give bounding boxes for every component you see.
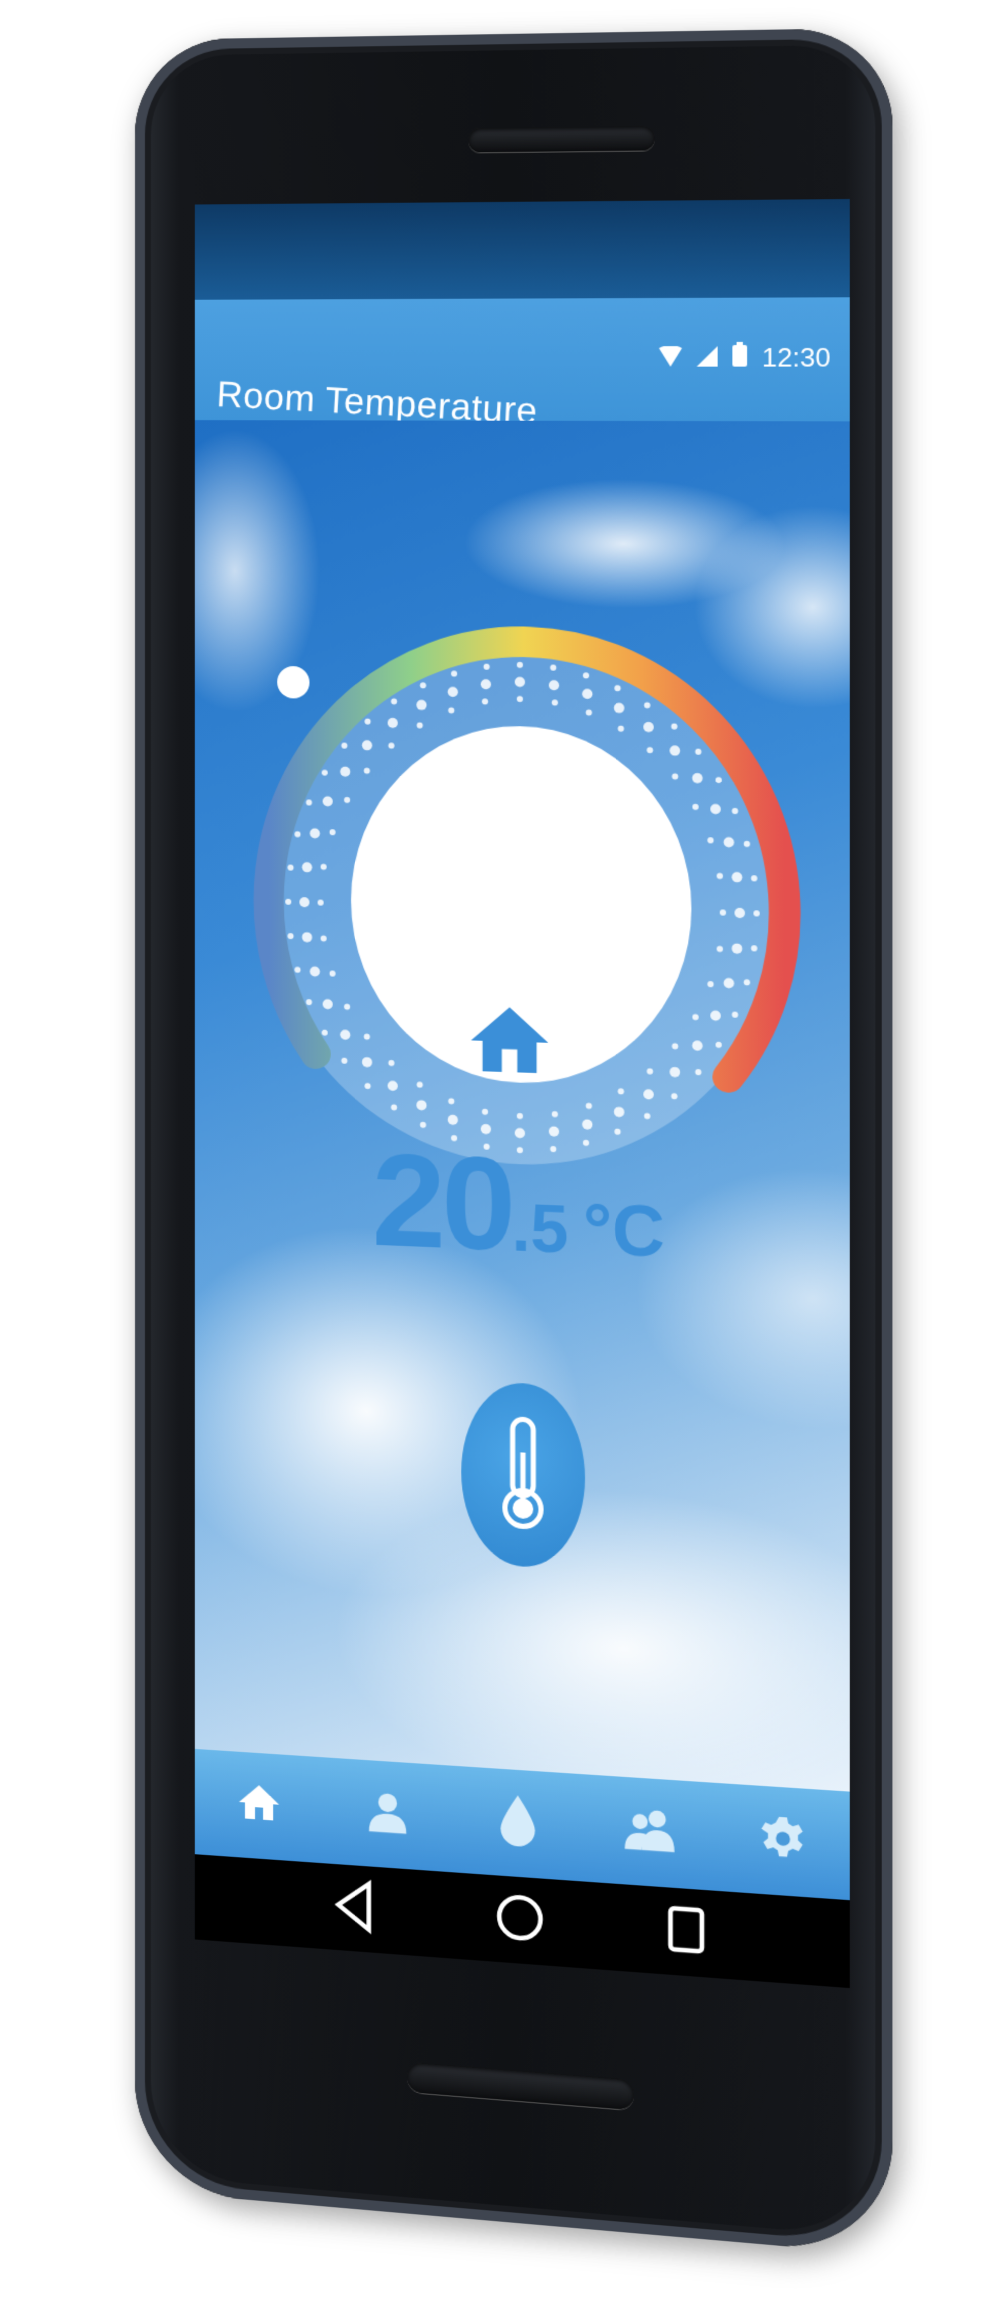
status-bar <box>194 199 850 300</box>
home-nav-button[interactable] <box>489 1885 551 1951</box>
screen: 12:30 Room Temperature 20.5 °C <box>194 199 850 1989</box>
thermometer-icon <box>497 1415 549 1535</box>
home-circle-icon <box>489 1933 551 1955</box>
recents-icon <box>655 1945 718 1967</box>
phone-device: 12:30 Room Temperature 20.5 °C <box>135 27 893 2256</box>
nav-person[interactable] <box>357 1782 418 1847</box>
back-button[interactable] <box>326 1873 387 1938</box>
temperature-integer: 20 <box>371 1125 512 1279</box>
wifi-icon <box>658 342 682 374</box>
temperature-readout: 20.5 °C <box>195 1117 850 1295</box>
battery-icon <box>732 341 748 374</box>
back-icon <box>326 1921 387 1943</box>
person-icon <box>365 1786 410 1843</box>
home-icon <box>463 994 556 1088</box>
nav-home[interactable] <box>228 1774 288 1838</box>
earpiece-speaker <box>468 125 655 153</box>
gauge-knob[interactable] <box>277 665 310 699</box>
bottom-speaker <box>407 2061 634 2111</box>
temperature-unit: °C <box>583 1188 665 1273</box>
gear-icon <box>758 1813 807 1869</box>
nav-group[interactable] <box>618 1800 681 1866</box>
group-icon <box>622 1805 676 1859</box>
home-icon <box>234 1778 282 1835</box>
status-time: 12:30 <box>761 341 831 373</box>
nav-water[interactable] <box>486 1791 548 1856</box>
temperature-decimal: .5 <box>511 1189 569 1267</box>
nav-settings[interactable] <box>751 1808 814 1874</box>
recents-button[interactable] <box>655 1897 718 1963</box>
status-icons: 12:30 <box>658 341 831 374</box>
signal-icon <box>696 342 718 374</box>
water-drop-icon <box>499 1794 536 1853</box>
